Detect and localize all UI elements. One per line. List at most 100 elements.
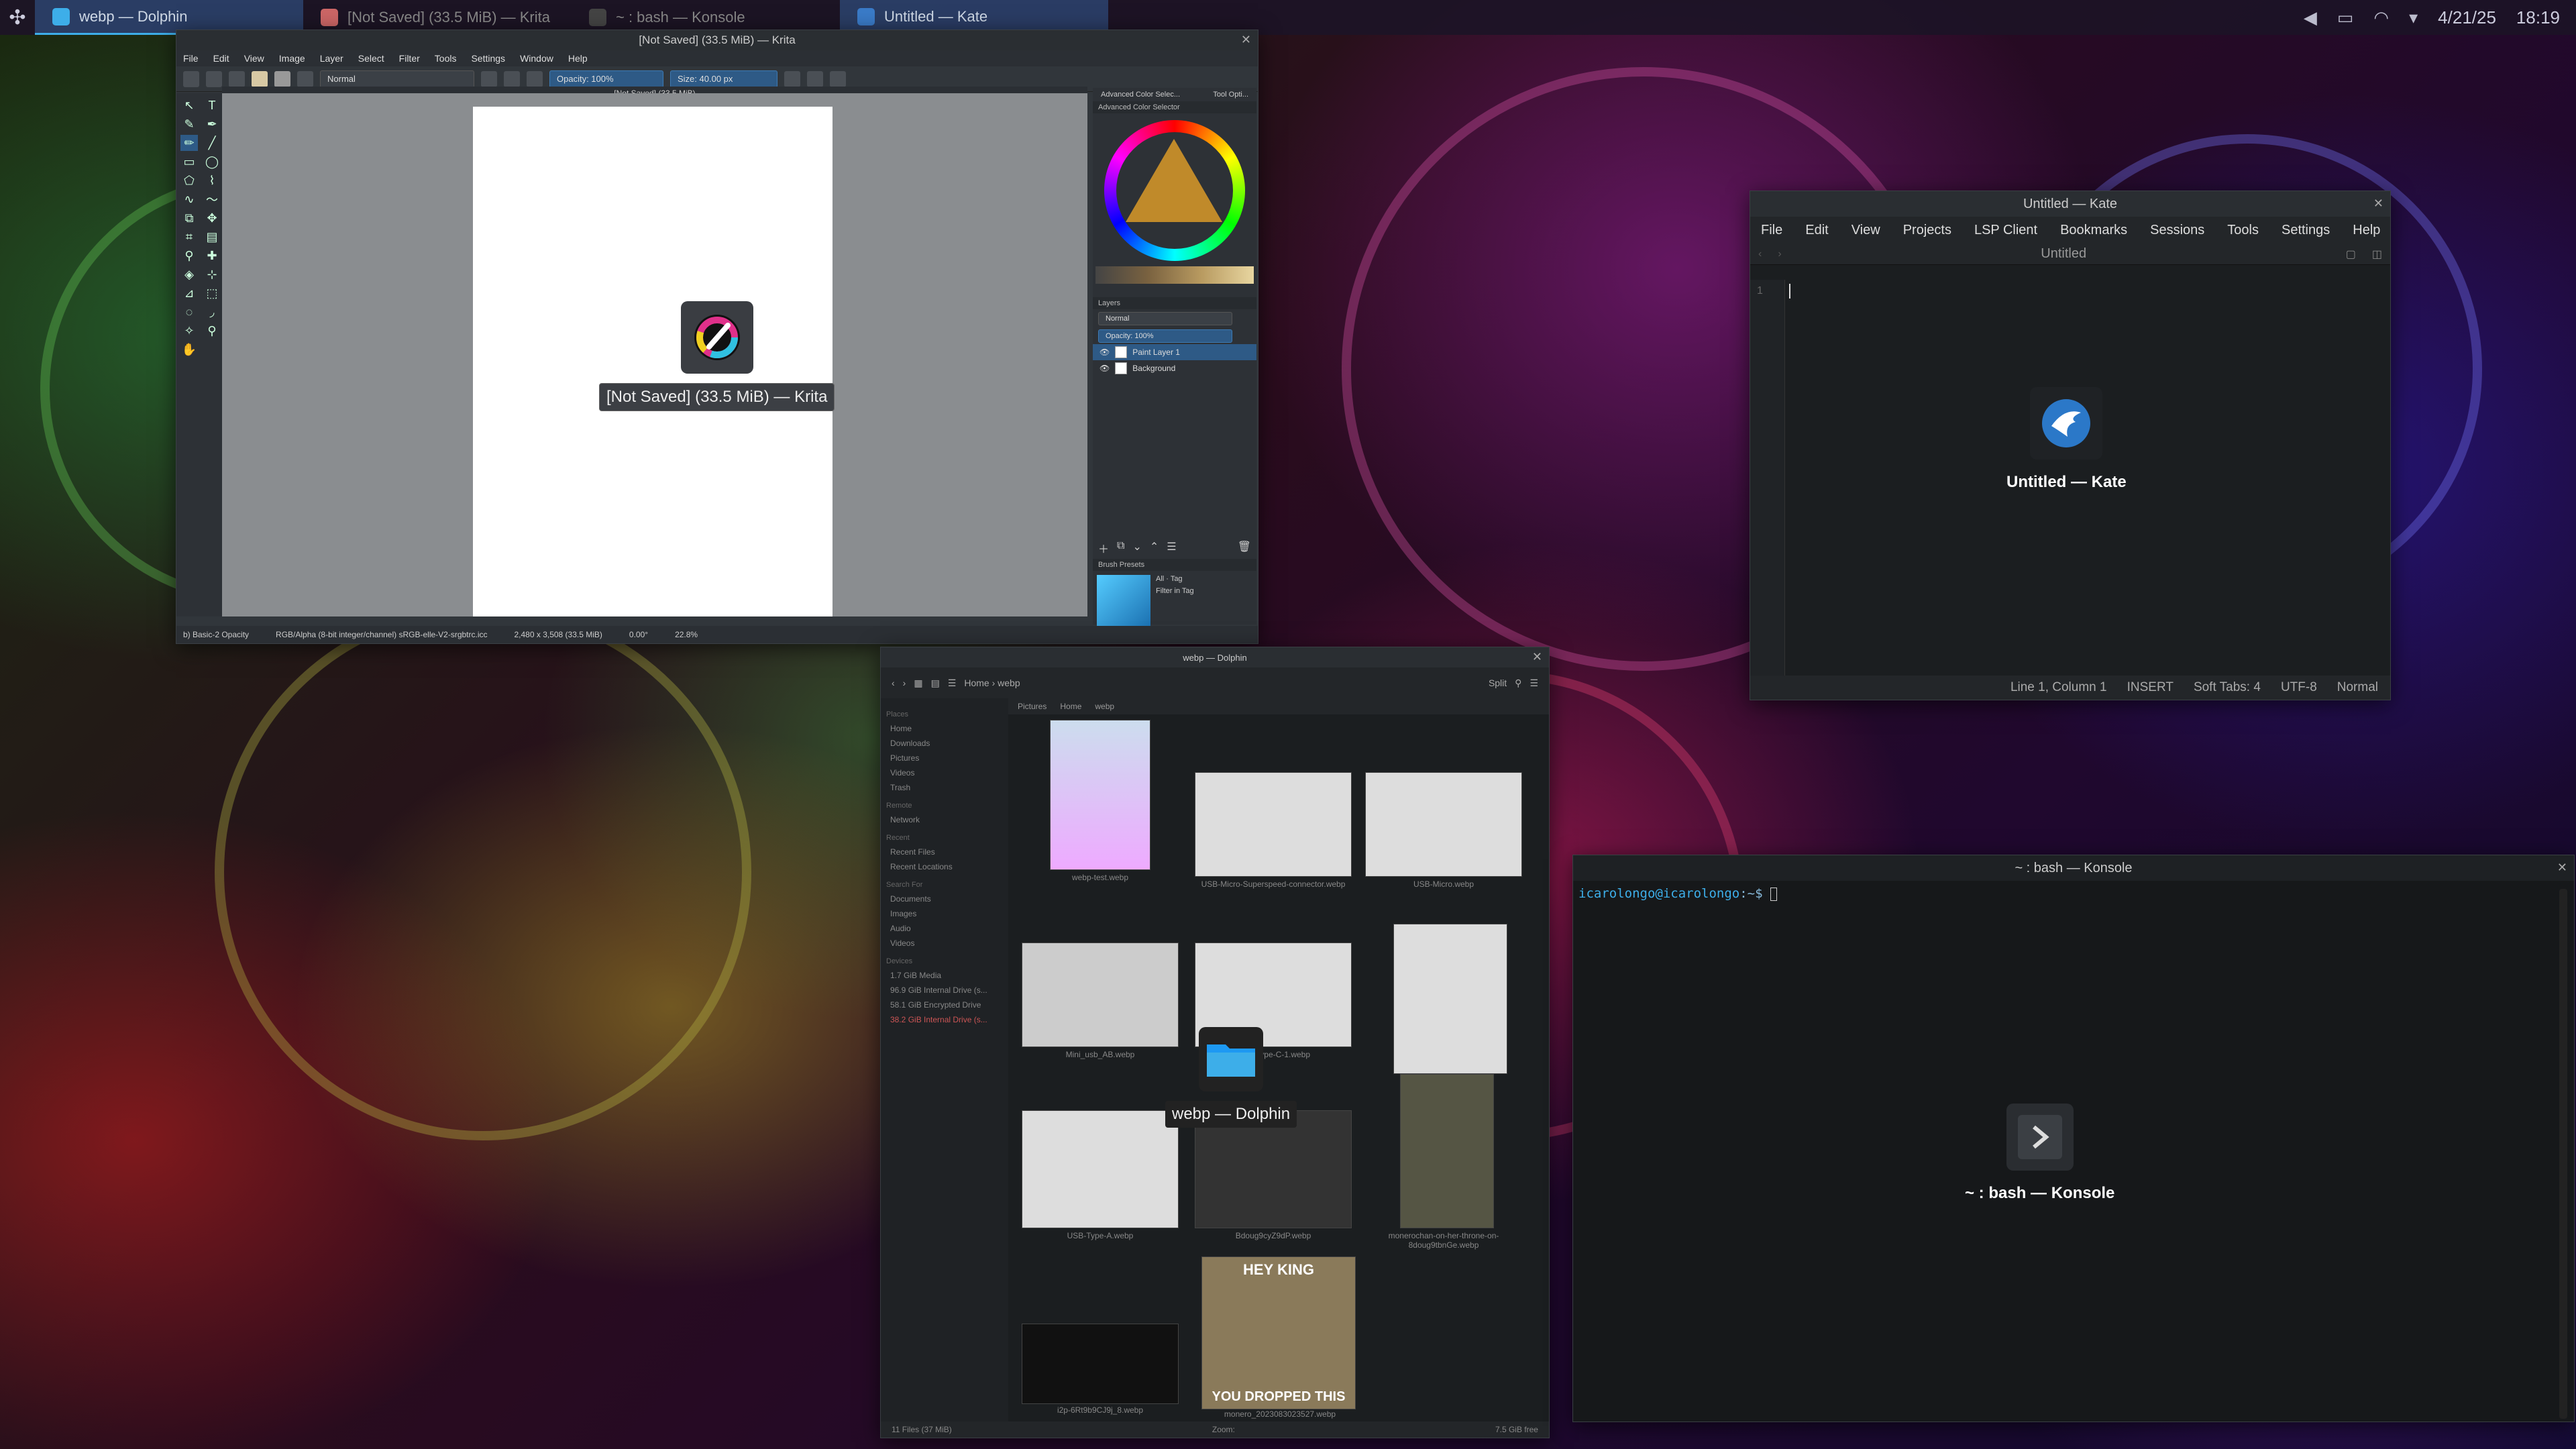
- polyline-tool-icon[interactable]: ⌇: [203, 172, 221, 189]
- file-name[interactable]: i2p-6Rt9b9CJ9j_8.webp: [1020, 1405, 1181, 1415]
- bezier-tool-icon[interactable]: ∿: [180, 191, 198, 207]
- select-tool-icon[interactable]: ↖: [180, 97, 198, 113]
- window-titlebar[interactable]: Untitled — Kate ✕: [1750, 191, 2390, 217]
- split-view-icon[interactable]: ◫: [2364, 248, 2390, 261]
- rectangle-tool-icon[interactable]: ▭: [180, 154, 198, 170]
- breadcrumb[interactable]: Home › webp: [964, 678, 1020, 688]
- color-picker-icon[interactable]: ⚲: [180, 248, 198, 264]
- place-audio[interactable]: Audio: [886, 921, 1003, 936]
- ellipse-tool-icon[interactable]: ◯: [203, 154, 221, 170]
- eye-icon[interactable]: 👁: [1099, 347, 1110, 357]
- place-documents[interactable]: Documents: [886, 892, 1003, 906]
- eye-icon[interactable]: 👁: [1099, 364, 1110, 373]
- place-images[interactable]: Images: [886, 906, 1003, 921]
- brush-preset-thumbnail[interactable]: [1097, 575, 1150, 629]
- window-titlebar[interactable]: ~ : bash — Konsole ✕: [1573, 855, 2574, 881]
- wifi-icon[interactable]: ◠: [2373, 7, 2389, 28]
- menu-window[interactable]: Window: [520, 53, 553, 64]
- battery-icon[interactable]: ▭: [2337, 7, 2354, 28]
- zoom-tool-icon[interactable]: ⚲: [203, 323, 221, 339]
- add-layer-icon[interactable]: ＋: [1098, 540, 1109, 556]
- search-icon[interactable]: ⚲: [1515, 678, 1521, 689]
- delete-layer-icon[interactable]: 🗑: [1238, 540, 1251, 556]
- file-thumbnail[interactable]: [1022, 943, 1179, 1047]
- blend-mode-select[interactable]: Normal: [320, 70, 474, 88]
- layer-opacity-slider[interactable]: Opacity: 100%: [1098, 329, 1232, 343]
- color-history-strip[interactable]: [1095, 266, 1254, 284]
- terminal-prompt[interactable]: icarolongo@icarolongo:~$: [1578, 886, 1777, 901]
- pan-tool-icon[interactable]: ✋: [180, 341, 198, 358]
- calligraphy-icon[interactable]: ✒: [203, 116, 221, 132]
- menu-image[interactable]: Image: [279, 53, 305, 64]
- icon-view-icon[interactable]: ▦: [914, 678, 922, 689]
- brush-tool-icon[interactable]: ✏: [180, 135, 198, 151]
- compact-view-icon[interactable]: ▤: [931, 678, 940, 689]
- foreground-color-swatch[interactable]: [252, 70, 268, 87]
- status-indentation[interactable]: Soft Tabs: 4: [2194, 680, 2261, 695]
- polygon-tool-icon[interactable]: ⬠: [180, 172, 198, 189]
- status-input-mode[interactable]: INSERT: [2127, 680, 2174, 695]
- back-icon[interactable]: ‹: [1750, 248, 1770, 260]
- status-zoom[interactable]: 22.8%: [675, 630, 698, 639]
- file-name[interactable]: webp-test.webp: [1020, 873, 1181, 882]
- rect-select-icon[interactable]: ⬚: [203, 285, 221, 301]
- file-thumbnail[interactable]: [1022, 1110, 1179, 1228]
- brush-preset-icon[interactable]: [297, 70, 313, 87]
- layer-properties-icon[interactable]: ☰: [1167, 540, 1176, 556]
- mirror-vertical-icon[interactable]: [807, 70, 823, 87]
- gradient-tool-icon[interactable]: ▤: [203, 229, 221, 245]
- file-name[interactable]: USB-Type-A.webp: [1020, 1231, 1181, 1240]
- crop-tool-icon[interactable]: ⌗: [180, 229, 198, 245]
- date-label[interactable]: 4/21/25: [2438, 7, 2496, 28]
- ellipse-select-icon[interactable]: ◌: [180, 304, 198, 320]
- device-item[interactable]: 1.7 GiB Media: [886, 968, 1003, 983]
- place-recent-locations[interactable]: Recent Locations: [886, 859, 1003, 874]
- move-down-icon[interactable]: ⌄: [1132, 540, 1141, 556]
- layer-row[interactable]: 👁 Background: [1093, 360, 1256, 376]
- menu-view[interactable]: View: [1851, 223, 1880, 238]
- menu-bookmarks[interactable]: Bookmarks: [2060, 223, 2127, 238]
- place-home[interactable]: Home: [886, 721, 1003, 736]
- move-up-icon[interactable]: ⌃: [1150, 540, 1159, 556]
- tab-pictures[interactable]: Pictures: [1018, 702, 1046, 711]
- fill-tool-icon[interactable]: ◈: [180, 266, 198, 282]
- status-angle[interactable]: 0.00°: [629, 630, 648, 639]
- edit-shapes-icon[interactable]: ✎: [180, 116, 198, 132]
- color-triangle[interactable]: [1126, 139, 1222, 222]
- freehand-select-icon[interactable]: ◞: [203, 304, 221, 320]
- menu-help[interactable]: Help: [2353, 223, 2380, 238]
- save-icon[interactable]: [229, 70, 245, 87]
- back-icon[interactable]: ‹: [892, 678, 895, 688]
- menu-edit[interactable]: Edit: [1805, 223, 1828, 238]
- file-name[interactable]: USB-Micro-Superspeed-connector.webp: [1193, 879, 1354, 889]
- preserve-alpha-icon[interactable]: [504, 70, 520, 87]
- file-thumbnail[interactable]: [1022, 1324, 1179, 1404]
- layer-blend-select[interactable]: Normal: [1098, 312, 1232, 325]
- place-search-videos[interactable]: Videos: [886, 936, 1003, 951]
- duplicate-layer-icon[interactable]: ⧉: [1117, 540, 1124, 556]
- text-tool-icon[interactable]: T: [203, 97, 221, 113]
- chevron-up-icon[interactable]: ▾: [2409, 7, 2418, 28]
- status-cursor-position[interactable]: Line 1, Column 1: [2010, 680, 2107, 695]
- place-downloads[interactable]: Downloads: [886, 736, 1003, 751]
- close-icon[interactable]: ✕: [2557, 861, 2567, 875]
- place-recent-files[interactable]: Recent Files: [886, 845, 1003, 859]
- brush-filter-select[interactable]: All: [1156, 575, 1164, 583]
- new-tab-icon[interactable]: ▢: [2338, 248, 2364, 261]
- zoom-slider[interactable]: Zoom:: [1212, 1425, 1235, 1434]
- close-icon[interactable]: ✕: [2373, 197, 2383, 211]
- file-name[interactable]: monerochan-on-her-throne-on-8doug9tbnGe.…: [1363, 1231, 1524, 1250]
- menu-tools[interactable]: Tools: [435, 53, 457, 64]
- file-thumbnail[interactable]: [1365, 772, 1522, 877]
- device-item[interactable]: 58.1 GiB Encrypted Drive: [886, 998, 1003, 1012]
- status-encoding[interactable]: UTF-8: [2281, 680, 2317, 695]
- filter-in-tag-checkbox[interactable]: Filter in Tag: [1156, 587, 1194, 595]
- file-thumbnail[interactable]: [1195, 772, 1352, 877]
- details-view-icon[interactable]: ☰: [948, 678, 957, 689]
- tab-tool-options[interactable]: Tool Opti...: [1213, 91, 1248, 99]
- file-thumbnail[interactable]: [1050, 720, 1150, 870]
- app-launcher-icon[interactable]: ✣: [0, 0, 35, 35]
- file-thumbnail[interactable]: HEY KING YOU DROPPED THIS: [1201, 1256, 1356, 1409]
- smart-patch-icon[interactable]: ✚: [203, 248, 221, 264]
- menu-view[interactable]: View: [244, 53, 264, 64]
